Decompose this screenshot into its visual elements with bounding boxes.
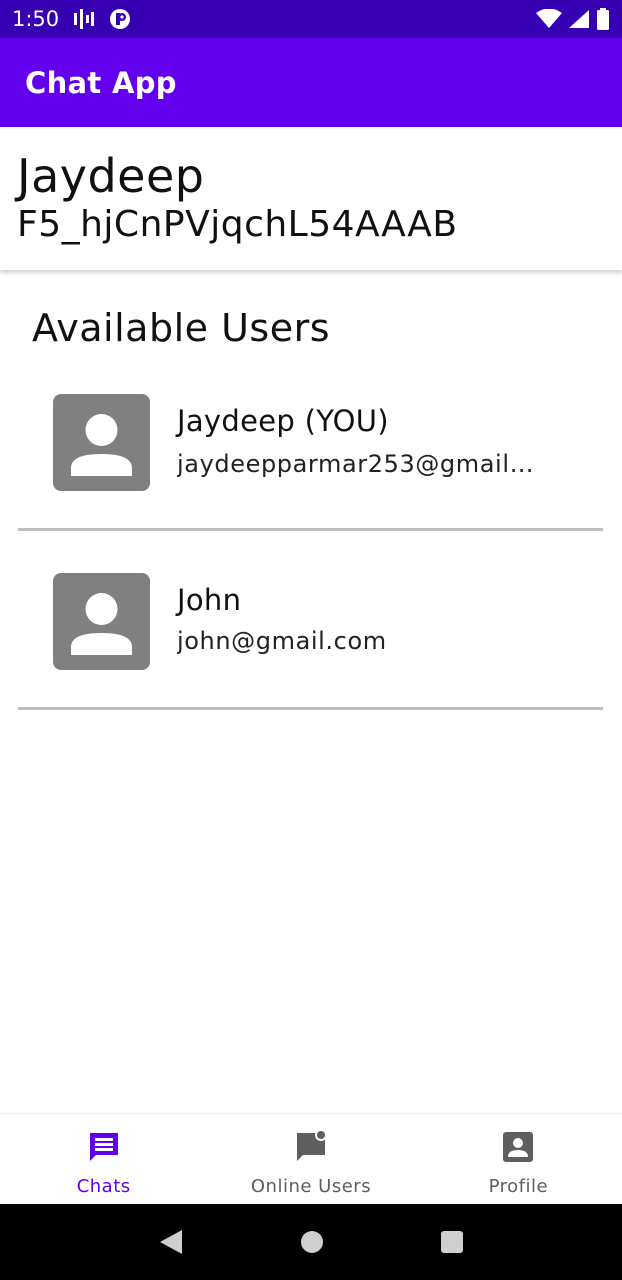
app-bar: Chat App <box>0 38 622 127</box>
chat-icon <box>87 1130 121 1168</box>
recents-icon[interactable] <box>440 1230 464 1254</box>
profile-icon <box>501 1130 535 1168</box>
list-divider <box>18 707 603 710</box>
status-bar: 1:50 <box>0 0 622 38</box>
user-email: john@gmail.com <box>177 627 387 655</box>
status-time: 1:50 <box>12 7 60 31</box>
nav-label-profile: Profile <box>488 1176 549 1197</box>
back-icon[interactable] <box>158 1228 184 1256</box>
system-navigation-bar <box>0 1204 622 1280</box>
chat-app-screen: 1:50 Chat App Jaydeep F5_hjCnPVjqchL54AA… <box>0 0 622 1280</box>
nav-item-online-users[interactable]: Online Users <box>207 1114 414 1204</box>
user-name: John <box>177 583 242 617</box>
nav-label-online-users: Online Users <box>250 1176 372 1197</box>
available-users-title: Available Users <box>32 306 330 350</box>
nav-label-chats: Chats <box>76 1176 131 1197</box>
nav-item-profile[interactable]: Profile <box>415 1114 622 1204</box>
avatar-icon <box>53 394 150 491</box>
app-title: Chat App <box>25 65 177 100</box>
app-notification-icon <box>109 8 131 30</box>
nav-item-chats[interactable]: Chats <box>0 1114 207 1204</box>
message-badge-icon <box>294 1129 328 1168</box>
battery-icon <box>596 8 610 30</box>
user-name: Jaydeep (YOU) <box>177 404 389 438</box>
current-user-id: F5_hjCnPVjqchL54AAAB <box>17 204 458 245</box>
user-list-item[interactable]: Jaydeep (YOU) jaydeepparmar253@gmail.com <box>18 352 603 531</box>
user-list-item[interactable]: John john@gmail.com <box>18 531 603 710</box>
home-icon[interactable] <box>299 1229 325 1255</box>
avatar-icon <box>53 573 150 670</box>
cellular-icon <box>568 9 590 29</box>
current-user-name: Jaydeep <box>17 149 205 203</box>
current-user-card: Jaydeep F5_hjCnPVjqchL54AAAB <box>0 127 622 270</box>
user-email: jaydeepparmar253@gmail.com <box>177 450 537 478</box>
signal-strength-icon <box>73 9 95 29</box>
bottom-navigation: Chats Online Users Profile <box>0 1113 622 1204</box>
wifi-icon <box>536 9 562 29</box>
